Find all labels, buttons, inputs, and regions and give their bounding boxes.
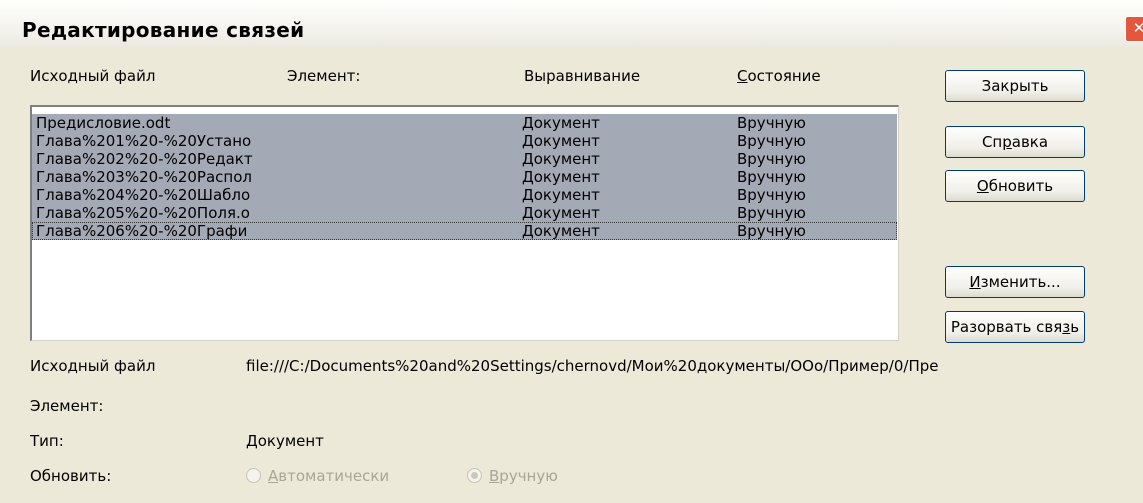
column-header-element[interactable]: Элемент: [287,67,360,85]
row-type: Документ [522,222,600,240]
row-status: Вручную [737,132,806,150]
list-item[interactable]: Глава%206%20-%20Графи Документ Вручную [32,222,897,240]
column-header-alignment[interactable]: Выравнивание [524,67,640,85]
row-type: Документ [522,168,600,186]
title-bar[interactable]: Редактирование связей ✕ [0,0,1143,48]
row-type: Документ [522,132,600,150]
list-item[interactable]: Глава%203%20-%20Распол Документ Вручную [32,168,897,186]
row-status: Вручную [737,186,806,204]
row-status: Вручную [737,222,806,240]
type-value: Документ [246,432,324,450]
row-type: Документ [522,204,600,222]
row-status: Вручную [737,204,806,222]
list-item[interactable]: Глава%205%20-%20Поля.о Документ Вручную [32,204,897,222]
row-file: Глава%201%20-%20Устано [36,132,252,150]
row-file: Глава%203%20-%20Распол [36,168,252,186]
source-file-label: Исходный файл [30,357,156,375]
help-button[interactable]: Справка [945,126,1085,158]
row-file: Глава%205%20-%20Поля.о [36,204,250,222]
row-file: Глава%202%20-%20Редакт [36,150,253,168]
manual-radio-label[interactable]: Вручную [489,467,558,485]
update-mode-label: Обновить: [30,467,112,485]
row-status: Вручную [737,150,806,168]
row-type: Документ [522,186,600,204]
dialog-title: Редактирование связей [22,18,305,42]
list-item[interactable]: Глава%201%20-%20Устано Документ Вручную [32,132,897,150]
update-button[interactable]: Обновить [945,170,1085,202]
list-item[interactable]: Глава%204%20-%20Шабло Документ Вручную [32,186,897,204]
list-item[interactable]: Предисловие.odt Документ Вручную [32,114,897,132]
manual-radio[interactable] [467,468,482,483]
row-file: Глава%206%20-%20Графи [36,222,248,240]
type-label: Тип: [30,432,64,450]
row-type: Документ [522,114,600,132]
radio-selected-dot-icon [471,472,478,479]
edit-links-dialog: Редактирование связей ✕ Исходный файл Эл… [0,0,1143,503]
close-window-icon[interactable]: ✕ [1125,16,1143,42]
break-link-button[interactable]: Разорвать связь [945,311,1085,343]
auto-radio[interactable] [246,468,261,483]
row-status: Вручную [737,168,806,186]
row-type: Документ [522,150,600,168]
auto-radio-label[interactable]: Автоматически [268,467,389,485]
element-label: Элемент: [30,397,104,415]
links-list[interactable]: Предисловие.odt Документ Вручную Глава%2… [30,105,899,341]
close-button[interactable]: Закрыть [945,70,1085,102]
source-file-value: file:///C:/Documents%20and%20Settings/ch… [246,357,939,375]
column-header-source[interactable]: Исходный файл [30,67,155,85]
row-status: Вручную [737,114,806,132]
list-item[interactable]: Глава%202%20-%20Редакт Документ Вручную [32,150,897,168]
row-file: Предисловие.odt [36,114,171,132]
column-header-status[interactable]: Состояние [737,67,821,85]
edit-button[interactable]: Изменить... [945,266,1085,298]
row-file: Глава%204%20-%20Шабло [36,186,251,204]
